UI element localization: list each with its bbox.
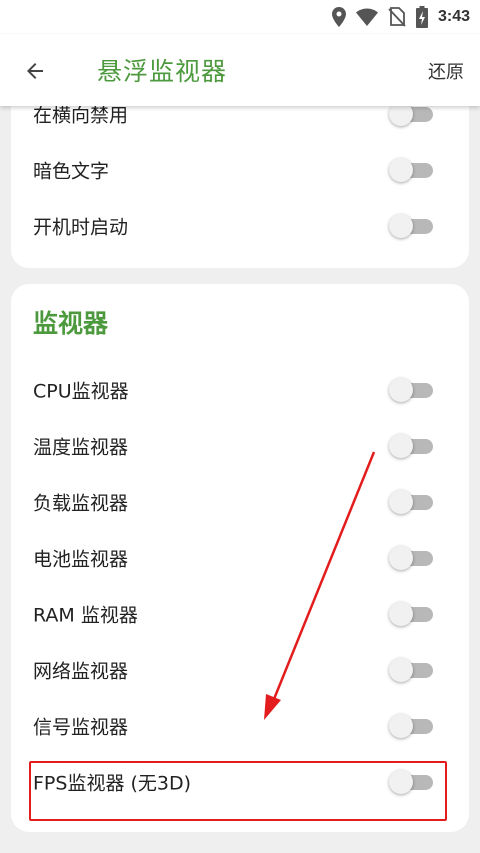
toggle-thumb — [389, 602, 413, 626]
status-bar: 3:43 — [0, 0, 480, 34]
toggle-thumb — [389, 546, 413, 570]
app-bar: 悬浮监视器 还原 — [0, 34, 480, 106]
back-button[interactable] — [18, 54, 52, 88]
toggle-switch[interactable] — [389, 714, 433, 738]
toggle-thumb — [389, 214, 413, 238]
toggle-switch[interactable] — [389, 214, 433, 238]
setting-label: 开机时启动 — [33, 216, 129, 239]
setting-label: CPU监视器 — [33, 380, 129, 403]
restore-button[interactable]: 还原 — [428, 58, 464, 84]
toggle-thumb — [389, 158, 413, 182]
arrow-back-icon — [27, 63, 43, 79]
monitor-row-signal[interactable]: 信号监视器 — [11, 698, 469, 754]
status-time: 3:43 — [437, 8, 470, 25]
toggle-switch[interactable] — [389, 158, 433, 182]
toggle-thumb — [389, 106, 413, 126]
toggle-switch[interactable] — [389, 658, 433, 682]
monitor-row-load[interactable]: 负载监视器 — [11, 474, 469, 530]
setting-label: 在横向禁用 — [33, 106, 129, 127]
location-icon — [331, 7, 346, 27]
toggle-switch[interactable] — [389, 546, 433, 570]
setting-label: 网络监视器 — [33, 660, 129, 683]
status-icons: 3:43 — [331, 6, 470, 28]
no-sim-icon — [388, 7, 406, 27]
toggle-thumb — [389, 378, 413, 402]
monitor-row-battery[interactable]: 电池监视器 — [11, 530, 469, 586]
toggle-thumb — [389, 658, 413, 682]
setting-label: RAM 监视器 — [33, 604, 138, 627]
section-title: 监视器 — [33, 309, 109, 338]
annotation-highlight-box — [29, 761, 447, 821]
toggle-thumb — [389, 490, 413, 514]
settings-content[interactable]: 在横向禁用 暗色文字 开机时启动 监视器 CPU监视器 温度监视器 负载监视器 … — [0, 106, 480, 853]
setting-label: 温度监视器 — [33, 436, 129, 459]
general-settings-card: 在横向禁用 暗色文字 开机时启动 — [11, 106, 469, 268]
monitor-row-cpu[interactable]: CPU监视器 — [11, 362, 469, 418]
setting-label: 信号监视器 — [33, 716, 129, 739]
toggle-thumb — [389, 434, 413, 458]
toggle-switch[interactable] — [389, 106, 433, 126]
setting-row-dark-text[interactable]: 暗色文字 — [11, 142, 469, 198]
monitors-card: 监视器 CPU监视器 温度监视器 负载监视器 电池监视器 RAM 监视器 网络监… — [11, 284, 469, 832]
toggle-switch[interactable] — [389, 602, 433, 626]
monitor-row-network[interactable]: 网络监视器 — [11, 642, 469, 698]
toggle-thumb — [389, 714, 413, 738]
monitor-row-ram[interactable]: RAM 监视器 — [11, 586, 469, 642]
setting-row-start-on-boot[interactable]: 开机时启动 — [11, 198, 469, 254]
battery-charging-icon — [415, 6, 428, 28]
monitor-row-temperature[interactable]: 温度监视器 — [11, 418, 469, 474]
toggle-switch[interactable] — [389, 434, 433, 458]
setting-label: 负载监视器 — [33, 492, 129, 515]
setting-label: 电池监视器 — [33, 548, 129, 571]
toggle-switch[interactable] — [389, 490, 433, 514]
setting-row-disable-landscape[interactable]: 在横向禁用 — [11, 106, 469, 142]
page-title: 悬浮监视器 — [97, 57, 228, 86]
toggle-switch[interactable] — [389, 378, 433, 402]
wifi-icon — [355, 8, 378, 26]
setting-label: 暗色文字 — [33, 160, 110, 183]
